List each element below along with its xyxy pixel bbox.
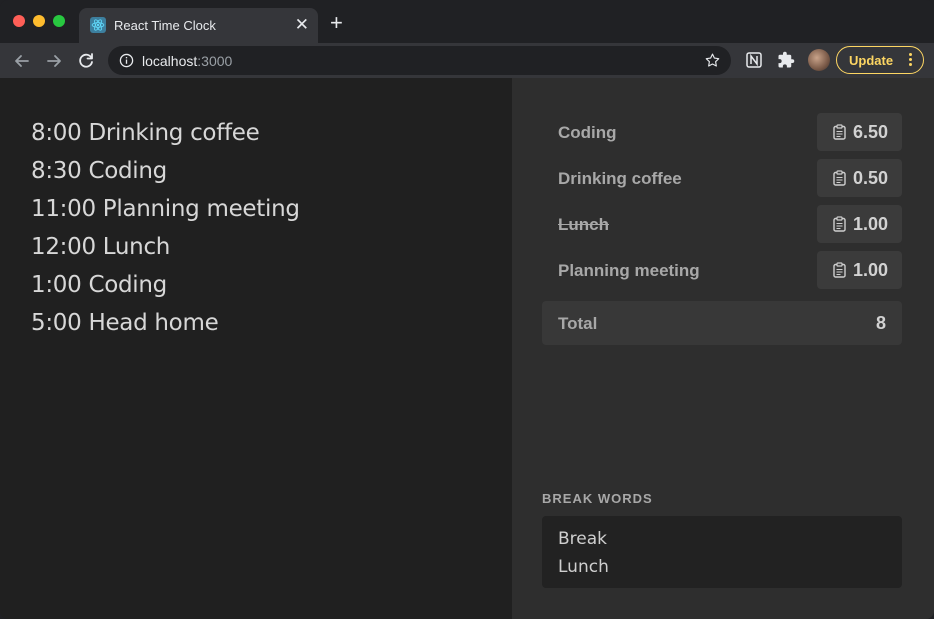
clipboard-icon <box>833 216 846 232</box>
browser-toolbar: localhost:3000 Update <box>0 43 934 78</box>
total-label: Total <box>558 314 598 333</box>
page-content: 8:00 Drinking coffee 8:30 Coding 11:00 P… <box>0 78 934 619</box>
react-icon <box>90 17 106 33</box>
break-words-heading: BREAK WORDS <box>542 491 653 506</box>
summary-panel: Coding 6.50 Drinking coffee 0.50 Lunch 1… <box>512 78 934 619</box>
update-button[interactable]: Update <box>836 46 924 74</box>
browser-window: React Time Clock ✕ + localhost:3000 Upda… <box>0 0 934 619</box>
address-bar[interactable]: localhost:3000 <box>108 46 731 75</box>
time-entry: 11:00 Planning meeting <box>31 196 300 222</box>
summary-row: Coding 6.50 <box>542 113 902 151</box>
reload-icon[interactable] <box>75 50 97 72</box>
profile-avatar[interactable] <box>808 49 830 71</box>
copy-hours-button[interactable]: 6.50 <box>816 113 902 151</box>
break-word: Lunch <box>558 557 609 577</box>
tab-title: React Time Clock <box>114 18 216 33</box>
summary-row: Planning meeting 1.00 <box>542 251 902 289</box>
time-entry: 12:00 Lunch <box>31 234 171 260</box>
back-arrow-icon[interactable] <box>11 50 33 72</box>
notion-extension-icon[interactable] <box>745 51 763 69</box>
url-text: localhost:3000 <box>142 53 232 69</box>
minimize-window-button[interactable] <box>33 15 45 27</box>
copy-hours-button[interactable]: 1.00 <box>816 205 902 243</box>
total-row: Total 8 <box>542 301 902 345</box>
activity-label: Coding <box>558 123 617 142</box>
bookmark-star-icon[interactable] <box>704 52 721 69</box>
copy-hours-button[interactable]: 0.50 <box>816 159 902 197</box>
hours-value: 6.50 <box>852 121 888 142</box>
time-entry-list: 8:00 Drinking coffee 8:30 Coding 11:00 P… <box>31 114 300 342</box>
browser-tab[interactable]: React Time Clock ✕ <box>79 8 318 43</box>
url-port: :3000 <box>197 53 233 69</box>
time-entries-editor[interactable]: 8:00 Drinking coffee 8:30 Coding 11:00 P… <box>0 78 512 619</box>
clipboard-icon <box>833 262 846 278</box>
summary-row: Lunch 1.00 <box>542 205 902 243</box>
url-host: localhost <box>142 53 198 69</box>
tab-strip: React Time Clock ✕ + <box>0 0 934 43</box>
summary-row: Drinking coffee 0.50 <box>542 159 902 197</box>
info-icon[interactable] <box>119 53 134 68</box>
break-words-input[interactable]: Break Lunch <box>542 516 902 588</box>
menu-dots-icon[interactable] <box>909 53 913 68</box>
close-window-button[interactable] <box>13 15 25 27</box>
update-label: Update <box>849 53 894 68</box>
time-entry: 5:00 Head home <box>31 310 219 336</box>
total-value: 8 <box>875 313 886 333</box>
hours-value: 1.00 <box>852 213 888 234</box>
activity-label: Lunch <box>558 215 609 234</box>
new-tab-icon[interactable]: + <box>330 12 343 34</box>
time-entry: 8:30 Coding <box>31 158 167 184</box>
time-entry: 1:00 Coding <box>31 272 167 298</box>
copy-hours-button[interactable]: 1.00 <box>816 251 902 289</box>
close-tab-icon[interactable]: ✕ <box>295 15 309 35</box>
hours-value: 1.00 <box>852 259 888 280</box>
clipboard-icon <box>833 170 846 186</box>
clipboard-icon <box>833 124 846 140</box>
time-entry: 8:00 Drinking coffee <box>31 120 260 146</box>
activity-label: Drinking coffee <box>558 169 682 188</box>
hours-value: 0.50 <box>852 167 888 188</box>
break-word: Break <box>558 529 607 549</box>
forward-arrow-icon[interactable] <box>43 50 65 72</box>
activity-label: Planning meeting <box>558 261 700 280</box>
extensions-puzzle-icon[interactable] <box>777 51 795 69</box>
maximize-window-button[interactable] <box>53 15 65 27</box>
